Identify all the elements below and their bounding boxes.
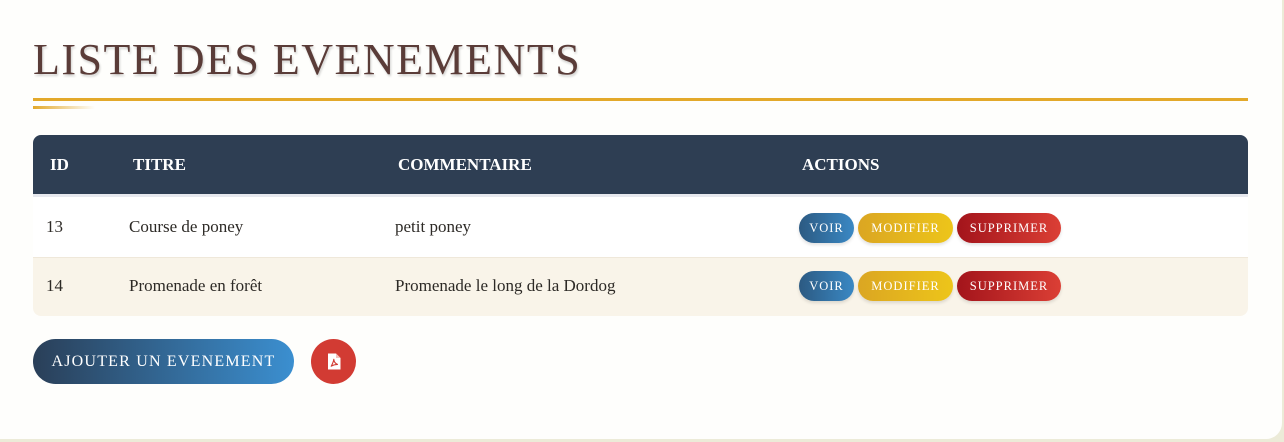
add-event-button[interactable]: AJOUTER UN EVENEMENT [33,339,294,384]
title-divider [33,98,1248,101]
edit-button[interactable]: MODIFIER [858,271,953,301]
header-titre: TITRE [133,155,186,174]
export-pdf-button[interactable] [311,339,356,384]
events-card: LISTE DES EVENEMENTS ID TITRE COMMENTAIR… [0,0,1282,439]
delete-button[interactable]: SUPPRIMER [957,271,1061,301]
cell-id: 14 [46,276,63,295]
page-title: LISTE DES EVENEMENTS [33,35,582,84]
row-actions: VOIR MODIFIER SUPPRIMER [799,271,1061,301]
cell-titre: Promenade en forêt [129,276,263,295]
table-header: ID TITRE COMMENTAIRE ACTIONS [33,135,1248,197]
table-row: 13 Course de poney petit poney VOIR MODI… [33,197,1248,258]
file-pdf-icon [327,353,341,370]
row-actions: VOIR MODIFIER SUPPRIMER [799,213,1061,243]
title-divider-accent [33,106,95,109]
header-commentaire: COMMENTAIRE [398,155,532,174]
cell-commentaire: petit poney [395,217,472,236]
cell-commentaire: Promenade le long de la Dordog [395,276,616,295]
view-button[interactable]: VOIR [799,213,854,243]
header-id: ID [50,155,69,174]
events-table: ID TITRE COMMENTAIRE ACTIONS 13 Course d… [33,135,1248,316]
cell-id: 13 [46,217,63,236]
delete-button[interactable]: SUPPRIMER [957,213,1061,243]
edit-button[interactable]: MODIFIER [858,213,953,243]
header-actions: ACTIONS [802,155,880,174]
table-row: 14 Promenade en forêt Promenade le long … [33,258,1248,316]
view-button[interactable]: VOIR [799,271,854,301]
cell-titre: Course de poney [129,217,244,236]
